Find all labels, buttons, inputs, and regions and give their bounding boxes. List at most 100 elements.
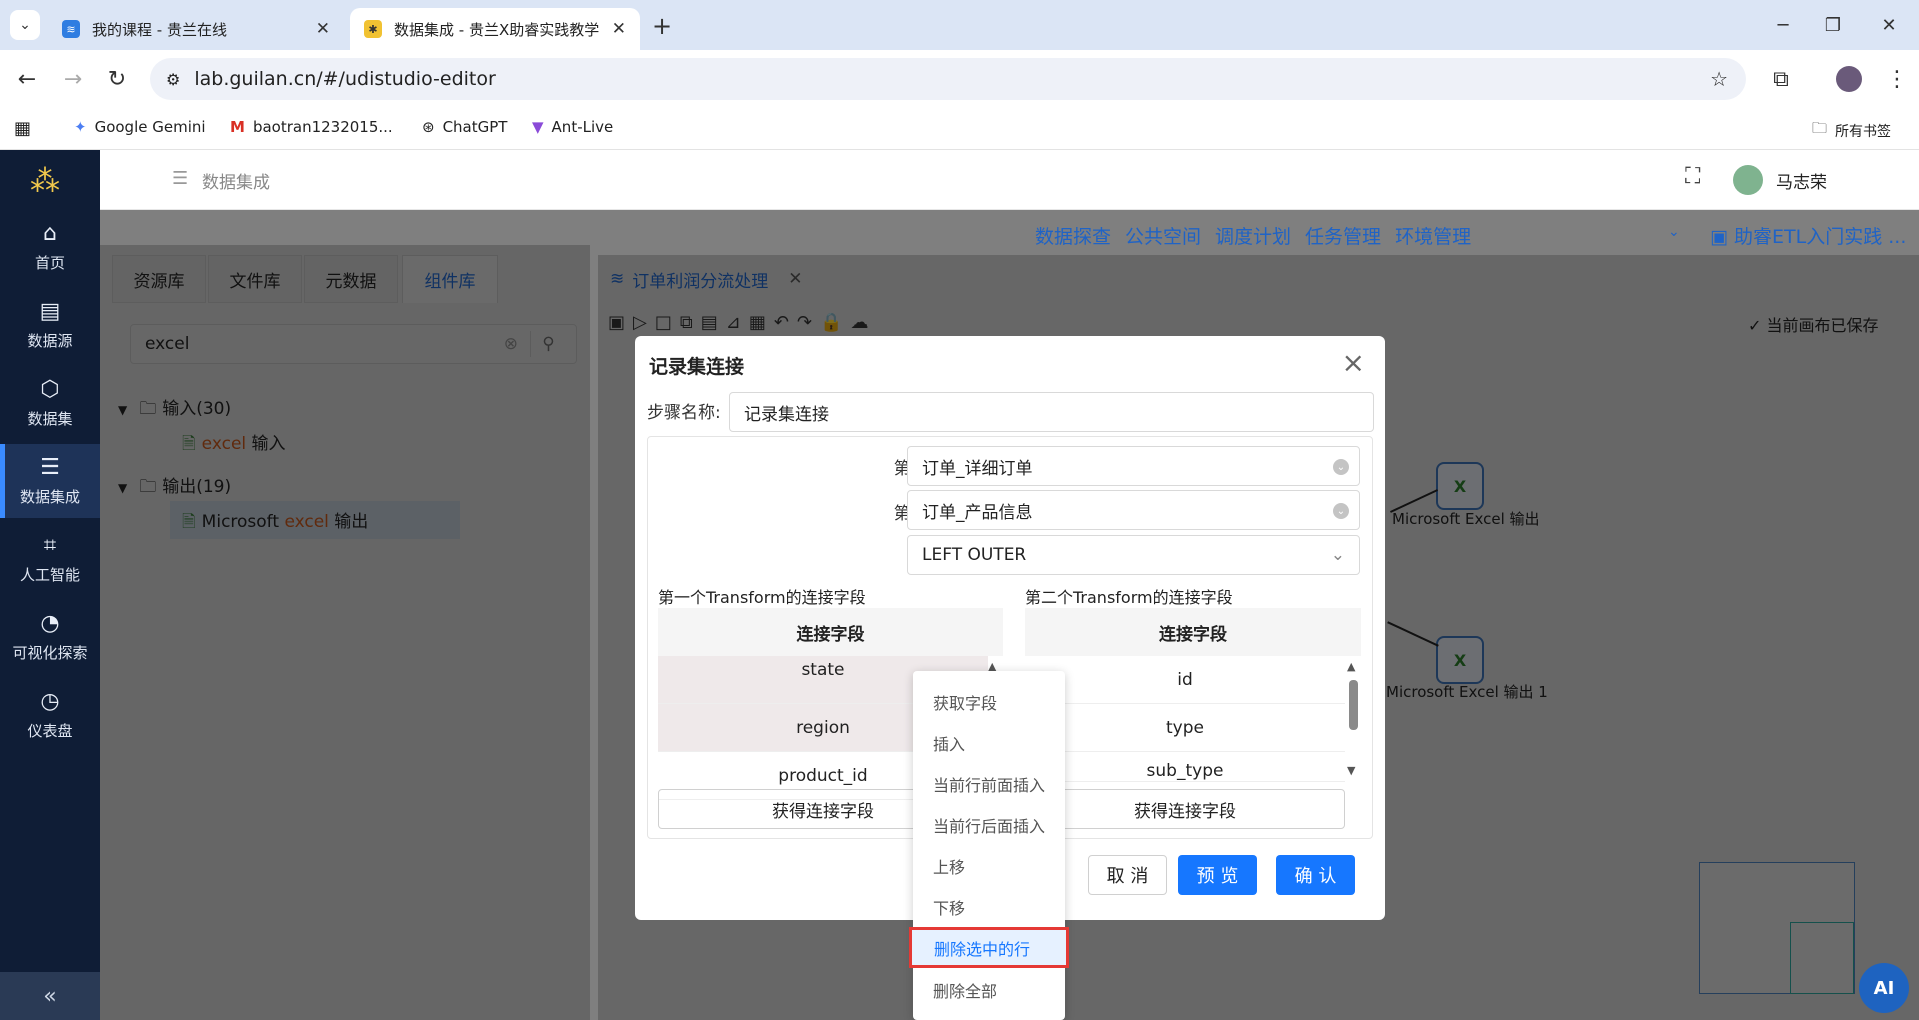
chevron-down-icon: ⌄ bbox=[1330, 545, 1345, 565]
app-header: ☰ 数据集成 ⛶ 马志荣 bbox=[100, 150, 1919, 210]
sidebar-item-ai[interactable]: ⌗ 人工智能 bbox=[0, 522, 100, 596]
menu-item-insert[interactable]: 插入 bbox=[913, 722, 1065, 763]
bookmark-gmail[interactable]: Mbaotran1232015... bbox=[230, 118, 393, 136]
address-bar[interactable]: ⚙ lab.guilan.cn/#/udistudio-editor ☆ bbox=[150, 58, 1746, 100]
fullscreen-icon[interactable]: ⛶ bbox=[1685, 164, 1700, 189]
table-row[interactable]: type bbox=[1025, 704, 1345, 752]
subnav-env-manage[interactable]: 环境管理 bbox=[1395, 222, 1471, 249]
scroll-down-icon[interactable]: ▼ bbox=[1347, 764, 1355, 777]
profile-avatar[interactable] bbox=[1836, 66, 1862, 92]
scrollbar-thumb[interactable] bbox=[1349, 680, 1358, 730]
menu-item-move-up[interactable]: 上移 bbox=[913, 845, 1065, 886]
back-icon[interactable]: ← bbox=[12, 64, 42, 94]
url-text: lab.guilan.cn/#/udistudio-editor bbox=[194, 68, 496, 90]
minimize-icon[interactable]: ─ bbox=[1760, 10, 1806, 40]
subnav-schedule[interactable]: 调度计划 bbox=[1215, 222, 1291, 249]
join-type-select[interactable]: LEFT OUTER ⌄ bbox=[907, 535, 1360, 575]
confirm-button[interactable]: 确 认 bbox=[1276, 855, 1355, 895]
sidebar-item-home[interactable]: ⌂ 首页 bbox=[0, 210, 100, 284]
bookmark-star-icon[interactable]: ☆ bbox=[1710, 67, 1728, 91]
chevron-down-icon: ⌄ bbox=[1333, 503, 1349, 519]
app-sidebar: ⁂ ⌂ 首页 ▤ 数据源 ⬡ 数据集 ☰ 数据集成 ⌗ 人工智能 ◔ 可视化探索 ◷ 仪表盘 … bbox=[0, 150, 100, 1020]
bookmarks-bar: ▦ ✦ Google Gemini Mbaotran1232015... ⊛ Cha… bbox=[0, 108, 1919, 150]
menu-item-delete-selected[interactable]: 删除选中的行 bbox=[909, 927, 1069, 968]
page-title: 数据集成 bbox=[202, 173, 270, 193]
subnav: 数据探查 公共空间 调度计划 任务管理 环境管理 bbox=[1035, 222, 1471, 249]
table-row[interactable]: id bbox=[1025, 656, 1345, 704]
reload-icon[interactable]: ↻ bbox=[102, 64, 132, 94]
step-name-input[interactable]: 记录集连接 bbox=[729, 392, 1374, 432]
close-window-icon[interactable]: ✕ bbox=[1866, 10, 1912, 40]
site-info-icon[interactable]: ⚙ bbox=[166, 70, 180, 89]
collapse-sidebar-icon[interactable]: « bbox=[0, 972, 100, 1020]
browser-tab-courses[interactable]: ≋ 我的课程 - 贵兰在线 ✕ bbox=[48, 8, 344, 50]
browser-tab-bar: ⌄ ≋ 我的课程 - 贵兰在线 ✕ ✱ 数据集成 - 贵兰X助睿实践教学 ✕ +… bbox=[0, 0, 1919, 50]
datasource-icon: ▤ bbox=[39, 299, 61, 324]
cube-icon: ⬡ bbox=[40, 377, 60, 402]
menu-item-insert-before[interactable]: 当前行前面插入 bbox=[913, 763, 1065, 804]
right-table-header: 连接字段 bbox=[1025, 608, 1361, 656]
step-name-label: 步骤名称: bbox=[647, 403, 721, 423]
forward-icon[interactable]: → bbox=[58, 64, 88, 94]
antlive-icon: ▼ bbox=[532, 118, 544, 136]
subnav-task-manage[interactable]: 任务管理 bbox=[1305, 222, 1381, 249]
layers-icon: ≋ bbox=[62, 20, 80, 38]
preview-button[interactable]: 预 览 bbox=[1178, 855, 1257, 895]
tab-title: 我的课程 - 贵兰在线 bbox=[92, 20, 227, 39]
close-icon[interactable]: × bbox=[1342, 346, 1365, 379]
project-name[interactable]: ▣ 助睿ETL入门实践 ... bbox=[1710, 222, 1906, 249]
gauge-icon: ◷ bbox=[40, 689, 60, 714]
ai-assistant-button[interactable]: AI bbox=[1859, 963, 1909, 1013]
tab-search-button[interactable]: ⌄ bbox=[10, 10, 40, 40]
ai-icon: ⌗ bbox=[43, 533, 57, 558]
menu-list-icon: ☰ bbox=[172, 168, 189, 189]
menu-item-move-down[interactable]: 下移 bbox=[913, 886, 1065, 927]
chevron-down-icon[interactable]: ⌄ bbox=[1668, 224, 1680, 240]
server-icon: ☰ bbox=[40, 455, 60, 480]
close-icon[interactable]: ✕ bbox=[316, 19, 330, 39]
bookmark-antlive[interactable]: ▼ Ant-Live bbox=[532, 118, 613, 136]
close-icon[interactable]: ✕ bbox=[612, 19, 626, 39]
scroll-up-icon[interactable]: ▲ bbox=[1347, 660, 1355, 673]
dialog-title: 记录集连接 bbox=[649, 356, 745, 378]
new-tab-button[interactable]: + bbox=[652, 12, 672, 40]
table-row[interactable]: sub_type bbox=[1025, 752, 1345, 782]
bookmark-chatgpt[interactable]: ⊛ ChatGPT bbox=[422, 118, 507, 136]
tab-title: 数据集成 - 贵兰X助睿实践教学 bbox=[394, 20, 599, 39]
restore-icon[interactable]: ❐ bbox=[1810, 10, 1856, 40]
menu-kebab-icon[interactable]: ⋮ bbox=[1882, 64, 1912, 94]
chevron-down-icon: ⌄ bbox=[1333, 459, 1349, 475]
extensions-icon[interactable]: ⧉ bbox=[1766, 64, 1796, 94]
sidebar-item-data-integration[interactable]: ☰ 数据集成 bbox=[0, 444, 100, 518]
right-section-title: 第二个Transform的连接字段 bbox=[1025, 588, 1233, 607]
transform2-select[interactable]: 订单_产品信息 ⌄ bbox=[907, 490, 1360, 530]
app-logo: ⁂ bbox=[30, 164, 60, 199]
subnav-data-explore[interactable]: 数据探查 bbox=[1035, 222, 1111, 249]
all-bookmarks[interactable]: 🗀 所有书签 bbox=[1812, 118, 1891, 143]
sidebar-item-dashboard[interactable]: ◷ 仪表盘 bbox=[0, 678, 100, 752]
menu-item-delete-all[interactable]: 删除全部 bbox=[913, 969, 1065, 1010]
apps-grid-icon[interactable]: ▦ bbox=[14, 118, 31, 139]
sidebar-item-dataset[interactable]: ⬡ 数据集 bbox=[0, 366, 100, 440]
gemini-icon: ✦ bbox=[74, 118, 87, 136]
subnav-public-space[interactable]: 公共空间 bbox=[1125, 222, 1201, 249]
transform1-select[interactable]: 订单_详细订单 ⌄ bbox=[907, 446, 1360, 486]
app-logo-icon: ✱ bbox=[364, 20, 382, 38]
sidebar-item-visual-explore[interactable]: ◔ 可视化探索 bbox=[0, 600, 100, 674]
chatgpt-icon: ⊛ bbox=[422, 118, 435, 136]
left-table-header: 连接字段 bbox=[658, 608, 1003, 656]
context-menu: 获取字段 插入 当前行前面插入 当前行后面插入 上移 下移 删除选中的行 删除全… bbox=[909, 671, 1069, 1020]
menu-item-insert-after[interactable]: 当前行后面插入 bbox=[913, 804, 1065, 845]
menu-item-get-fields[interactable]: 获取字段 bbox=[913, 681, 1065, 722]
home-icon: ⌂ bbox=[43, 221, 57, 246]
right-get-fields-button[interactable]: 获得连接字段 bbox=[1025, 789, 1345, 829]
sidebar-item-datasource[interactable]: ▤ 数据源 bbox=[0, 288, 100, 362]
browser-tab-data-integration[interactable]: ✱ 数据集成 - 贵兰X助睿实践教学 ✕ bbox=[350, 8, 640, 50]
cancel-button[interactable]: 取 消 bbox=[1088, 855, 1167, 895]
left-section-title: 第一个Transform的连接字段 bbox=[658, 588, 866, 607]
user-name[interactable]: 马志荣 bbox=[1776, 168, 1827, 193]
bookmark-gemini[interactable]: ✦ Google Gemini bbox=[74, 118, 206, 136]
user-avatar[interactable] bbox=[1733, 165, 1763, 195]
pie-icon: ◔ bbox=[40, 611, 60, 636]
project-icon: ▣ bbox=[1710, 226, 1728, 248]
